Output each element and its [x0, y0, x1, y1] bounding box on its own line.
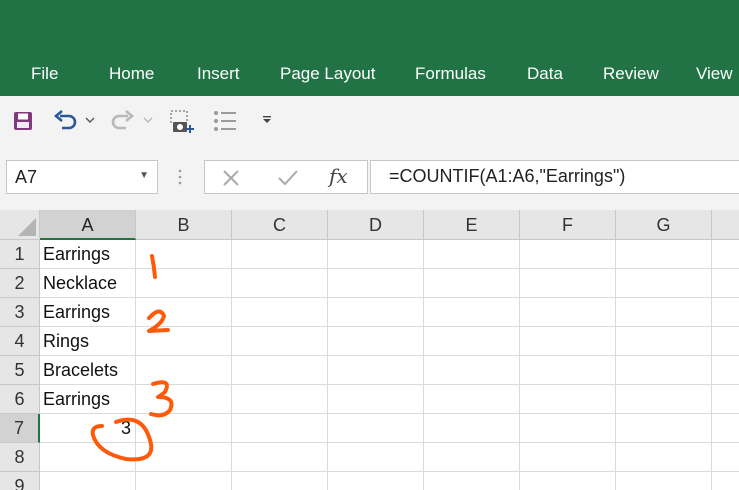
- row-header-9[interactable]: 9: [0, 472, 40, 490]
- column-header-f[interactable]: F: [520, 210, 616, 240]
- cell-a6[interactable]: Earrings: [40, 385, 136, 414]
- tab-insert[interactable]: Insert: [197, 62, 240, 86]
- grid-lines[interactable]: [136, 240, 739, 490]
- column-header-b[interactable]: B: [136, 210, 232, 240]
- customize-icon[interactable]: [260, 112, 274, 128]
- tab-page-layout[interactable]: Page Layout: [280, 62, 375, 86]
- redo-icon[interactable]: [108, 108, 136, 134]
- list-icon[interactable]: [212, 108, 238, 134]
- row-header-5[interactable]: 5: [0, 356, 40, 385]
- column-header-a[interactable]: A: [40, 210, 136, 240]
- cell-a1[interactable]: Earrings: [40, 240, 136, 269]
- select-all-corner[interactable]: [0, 210, 40, 240]
- tab-review[interactable]: Review: [603, 62, 659, 86]
- column-header-c[interactable]: C: [232, 210, 328, 240]
- row-header-3[interactable]: 3: [0, 298, 40, 327]
- column-header-d[interactable]: D: [328, 210, 424, 240]
- row-header-4[interactable]: 4: [0, 327, 40, 356]
- undo-icon[interactable]: [52, 108, 80, 134]
- tab-home[interactable]: Home: [109, 62, 154, 86]
- undo-dropdown-icon[interactable]: [84, 112, 96, 128]
- ribbon: File Home Insert Page Layout Formulas Da…: [0, 0, 739, 96]
- redo-dropdown-icon[interactable]: [142, 112, 154, 128]
- camera-icon[interactable]: [168, 108, 196, 136]
- formula-input[interactable]: =COUNTIF(A1:A6,"Earrings"): [370, 160, 739, 194]
- column-header-e[interactable]: E: [424, 210, 520, 240]
- row-header-1[interactable]: 1: [0, 240, 40, 269]
- column-header-partial[interactable]: [712, 210, 739, 240]
- cell-a3[interactable]: Earrings: [40, 298, 136, 327]
- name-box-dropdown-icon[interactable]: ▼: [139, 170, 149, 181]
- row-header-8[interactable]: 8: [0, 443, 40, 472]
- quick-access-toolbar: [0, 96, 739, 148]
- tab-formulas[interactable]: Formulas: [415, 62, 486, 86]
- formula-text: =COUNTIF(A1:A6,"Earrings"): [389, 166, 626, 186]
- tab-file[interactable]: File: [31, 62, 58, 86]
- cancel-icon[interactable]: [221, 168, 241, 188]
- drag-handle-icon[interactable]: [178, 168, 182, 186]
- check-icon[interactable]: [277, 168, 299, 188]
- cell-a8[interactable]: [40, 443, 136, 472]
- tab-data[interactable]: Data: [527, 62, 563, 86]
- cell-a7[interactable]: 3: [40, 414, 136, 443]
- formula-bar: A7 ▼ fx =COUNTIF(A1:A6,"Earrings"): [0, 148, 739, 210]
- row-header-6[interactable]: 6: [0, 385, 40, 414]
- name-box[interactable]: A7 ▼: [6, 160, 158, 194]
- cell-a2[interactable]: Necklace: [40, 269, 136, 298]
- row-header-2[interactable]: 2: [0, 269, 40, 298]
- spreadsheet-grid: A B C D E F G 1 2 3 4 5 6 7 8 9 Earrings…: [0, 210, 739, 490]
- cell-a5[interactable]: Bracelets: [40, 356, 136, 385]
- save-icon[interactable]: [12, 110, 34, 132]
- insert-function-button[interactable]: fx: [329, 164, 348, 188]
- tab-view[interactable]: View: [696, 62, 733, 86]
- column-header-g[interactable]: G: [616, 210, 712, 240]
- formula-controls: fx: [204, 160, 368, 194]
- cell-a9[interactable]: [40, 472, 136, 490]
- row-header-7[interactable]: 7: [0, 414, 40, 443]
- cell-a4[interactable]: Rings: [40, 327, 136, 356]
- name-box-value: A7: [15, 167, 38, 187]
